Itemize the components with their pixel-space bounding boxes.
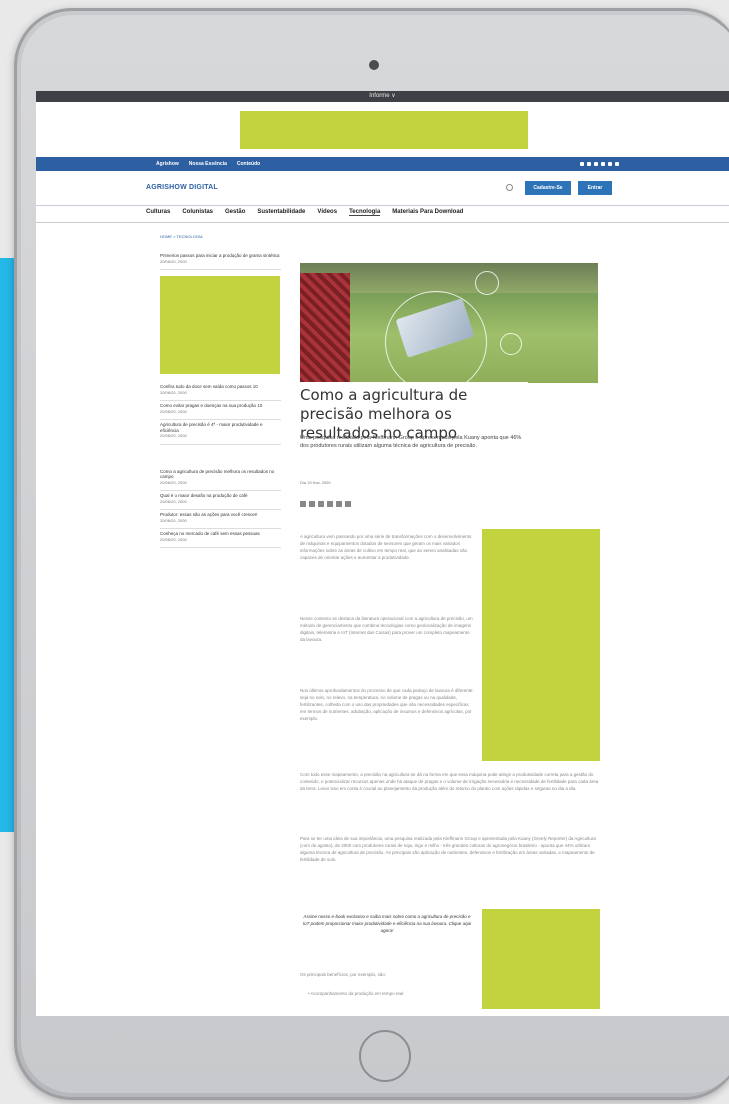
twitter-icon[interactable]	[587, 162, 591, 166]
share-print-icon[interactable]	[309, 501, 315, 507]
camera-icon	[369, 60, 379, 70]
sidebar-item[interactable]: Primeiros passos para iniciar a produção…	[160, 251, 281, 270]
hero-icon-circle	[500, 333, 522, 355]
sidebar-item-date: 20/06/20, 2000	[160, 498, 187, 504]
sidebar-item-title[interactable]: Primeiros passos para iniciar a produção…	[160, 253, 280, 258]
site-header: AGRISHOW DIGITAL Cadastre-Se Entrar	[36, 171, 729, 206]
sidebar-item-date: 20/06/20, 2000	[160, 517, 187, 523]
sidebar-item-date: 20/06/20, 2000	[160, 389, 187, 395]
sidebar-item-date: 20/06/20, 2000	[160, 479, 187, 485]
nav-sustentabilidade[interactable]: Sustentabilidade	[257, 209, 305, 216]
article-subtitle: Uma pesquisa realizada pela Kleffmann Gr…	[300, 435, 522, 449]
share-twitter-icon[interactable]	[336, 501, 342, 507]
breadcrumb[interactable]: HOME > TECNOLOGIA	[160, 234, 203, 239]
login-button[interactable]: Entrar	[578, 181, 612, 195]
nav-videos[interactable]: Vídeos	[317, 209, 337, 216]
content-ad-2[interactable]	[482, 909, 600, 1009]
bluebar-link-1[interactable]: Agrishow	[156, 161, 179, 167]
nav-gestao[interactable]: Gestão	[225, 209, 245, 216]
sidebar-item[interactable]: Conheça no mercado de café sem essas pes…	[160, 529, 281, 548]
main-nav: Culturas Colunistas Gestão Sustentabilid…	[146, 209, 463, 216]
sidebar-ad[interactable]	[160, 276, 280, 374]
facebook-icon[interactable]	[580, 162, 584, 166]
hero-person-shirt	[300, 273, 350, 383]
article-paragraph: Nesse contexto se destaca da literatura …	[300, 616, 473, 642]
bluebar-link-3[interactable]: Conteúdo	[237, 161, 260, 167]
sidebar-item-title[interactable]: Produtor: essas são as ações para você c…	[160, 512, 258, 517]
article-paragraph: A agricultura vem passando por uma série…	[300, 534, 472, 560]
sidebar-item[interactable]: Qual é o maior desafio na produção de ca…	[160, 491, 281, 510]
instagram-icon[interactable]	[594, 162, 598, 166]
sidebar-item[interactable]: Como a agricultura de precisão melhora o…	[160, 467, 281, 491]
rss-icon[interactable]	[615, 162, 619, 166]
sidebar-item-title[interactable]: Conheça no mercado de café sem essas pes…	[160, 531, 260, 536]
sidebar-item-title[interactable]: Como evitar pragas e doenças na sua prod…	[160, 403, 262, 408]
article-paragraph: Nos últimos aprofundamentos do processo …	[300, 688, 474, 721]
blue-bar: Agrishow Nossa Essência Conteúdo	[36, 157, 729, 171]
sidebar-item-title[interactable]: Confira tudo da doce sem saída como pass…	[160, 384, 258, 389]
sidebar-item[interactable]: Confira tudo da doce sem saída como pass…	[160, 382, 281, 401]
bluebar-link-2[interactable]: Nossa Essência	[189, 161, 227, 167]
top-bar[interactable]: Informe ∨	[36, 91, 729, 102]
home-button[interactable]	[359, 1030, 411, 1082]
search-icon[interactable]	[506, 184, 513, 191]
hero-image	[300, 263, 598, 383]
share-bar	[300, 501, 351, 507]
share-whatsapp-icon[interactable]	[345, 501, 351, 507]
youtube-icon[interactable]	[608, 162, 612, 166]
sidebar-item-date: 20/06/20, 2000	[160, 433, 187, 438]
sidebar-item[interactable]: Produtor: essas são as ações para você c…	[160, 510, 281, 529]
sidebar-item-title[interactable]: Qual é o maior desafio na produção de ca…	[160, 493, 248, 498]
ad-banner-top[interactable]	[240, 111, 528, 149]
sidebar-item[interactable]: Como evitar pragas e doenças na sua prod…	[160, 401, 281, 420]
share-linkedin-icon[interactable]	[327, 501, 333, 507]
social-links	[580, 157, 619, 171]
article-byline: Dia 19 Nov, 2000	[300, 480, 331, 485]
nav-culturas[interactable]: Culturas	[146, 209, 170, 216]
nav-tecnologia[interactable]: Tecnologia	[349, 209, 381, 216]
signup-button[interactable]: Cadastre-Se	[525, 181, 571, 195]
screen: Informe ∨ Agrishow Nossa Essência Conteú…	[36, 91, 729, 1016]
share-email-icon[interactable]	[300, 501, 306, 507]
nav-colunistas[interactable]: Colunistas	[182, 209, 213, 216]
linkedin-icon[interactable]	[601, 162, 605, 166]
sidebar-item-date: 20/06/20, 2000	[160, 258, 187, 264]
article-paragraph: Os principais benefícios, por exemplo, s…	[300, 972, 387, 977]
article-paragraph: Com todo esse mapeamento, a precisão na …	[300, 772, 599, 791]
article-paragraph: Para se ter uma ideia de sua importância…	[300, 836, 596, 862]
sidebar-item-date: 20/06/20, 2000	[160, 408, 187, 414]
nav-materiais[interactable]: Materiais Para Download	[392, 209, 463, 216]
sidebar-item[interactable]: Agricultura de precisão é 4ª - maior pro…	[160, 420, 281, 445]
sidebar-item-title[interactable]: Como a agricultura de precisão melhora o…	[160, 469, 274, 480]
sidebar-item-title[interactable]: Agricultura de precisão é 4ª - maior pro…	[160, 422, 262, 433]
hero-icon-circle	[475, 271, 499, 295]
sidebar-item-date: 20/06/20, 2000	[160, 536, 187, 542]
sidebar: Primeiros passos para iniciar a produção…	[160, 251, 281, 548]
ebook-callout[interactable]: Assine nosso e-book exclusivo e saiba ma…	[302, 913, 472, 934]
site-logo[interactable]: AGRISHOW DIGITAL	[146, 184, 218, 191]
share-facebook-icon[interactable]	[318, 501, 324, 507]
content-ad[interactable]	[482, 529, 600, 761]
article-bullet: • Acompanhamento da produção em tempo re…	[308, 991, 404, 996]
nav-divider	[36, 222, 729, 223]
